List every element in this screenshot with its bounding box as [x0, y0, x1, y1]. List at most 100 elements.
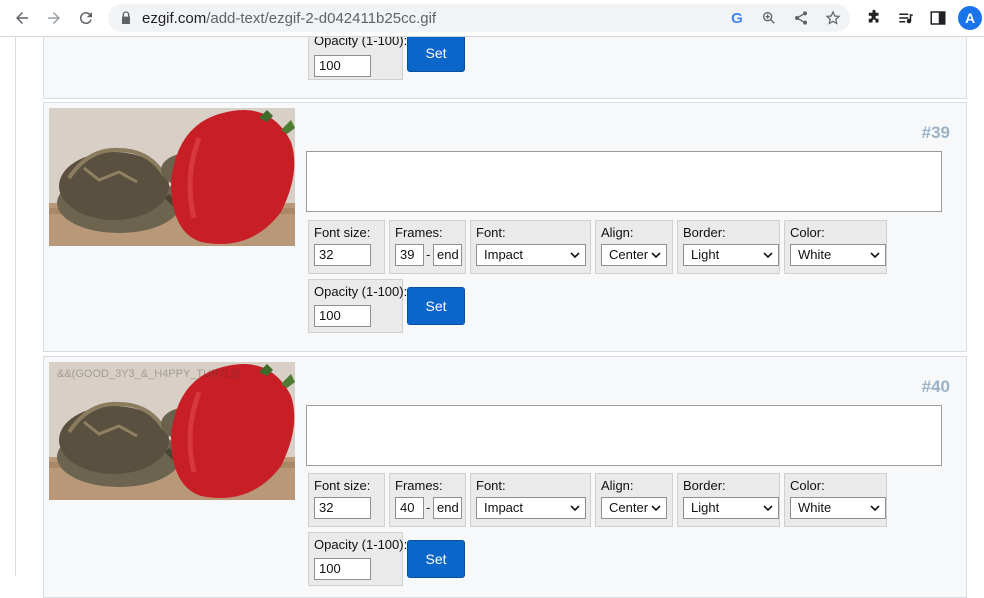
frame-range-dash: -: [426, 500, 431, 515]
chevron-down-icon: [763, 505, 773, 512]
font-size-label: Font size:: [314, 225, 371, 240]
align-select[interactable]: Center: [601, 244, 667, 266]
color-label: Color:: [790, 478, 825, 493]
profile-avatar[interactable]: A: [958, 6, 982, 30]
set-button-40[interactable]: Set: [407, 540, 465, 578]
frame-start-input[interactable]: 40: [395, 497, 424, 519]
align-select[interactable]: Center: [601, 497, 667, 519]
reload-icon: [79, 12, 92, 25]
border-select-value: Light: [691, 500, 720, 515]
lock-icon: [122, 11, 130, 24]
google-lens-icon[interactable]: G: [728, 9, 746, 27]
opacity-input[interactable]: 100: [314, 305, 371, 327]
font-label: Font:: [476, 478, 506, 493]
opacity-input[interactable]: 100: [314, 558, 371, 580]
back-button[interactable]: [10, 6, 34, 30]
url-text[interactable]: ezgif.com/add-text/ezgif-2-d042411b25cc.…: [142, 10, 436, 27]
puzzle-icon: [868, 9, 879, 23]
color-box-40: Color: White: [784, 473, 887, 527]
set-button-previous[interactable]: Set: [407, 34, 465, 72]
frames-box-40: Frames: 40 - end: [389, 473, 466, 527]
magnifier-plus-icon: [763, 11, 775, 24]
side-panel-button[interactable]: [928, 8, 948, 28]
back-arrow-icon: [16, 12, 28, 24]
color-select[interactable]: White: [790, 497, 886, 519]
border-select-value: Light: [691, 247, 720, 262]
frame-panel-39: #39 Font size: 32 Frames: 39 - end Font:…: [43, 102, 967, 352]
color-label: Color:: [790, 225, 825, 240]
opacity-box-39: Opacity (1-100): 100: [308, 279, 407, 333]
chevron-down-icon: [570, 505, 580, 512]
frame-thumbnail-40: &&(GOOD_3Y3_&_H4PPY_TUR7L3): [49, 362, 295, 500]
border-label: Border:: [683, 478, 726, 493]
opacity-input[interactable]: 100: [314, 55, 371, 77]
google-g-glyph: G: [731, 9, 743, 27]
align-box-40: Align: Center: [595, 473, 673, 527]
align-select-value: Center: [609, 500, 649, 515]
frames-box-39: Frames: 39 - end: [389, 220, 466, 274]
caption-textarea-39[interactable]: [306, 151, 942, 212]
forward-arrow-icon: [48, 12, 60, 24]
font-size-input[interactable]: 32: [314, 497, 371, 519]
font-select-value: Impact: [484, 500, 524, 515]
font-size-box-40: Font size: 32: [308, 473, 385, 527]
page-left-divider: [15, 36, 16, 576]
font-size-label: Font size:: [314, 478, 371, 493]
set-button-39[interactable]: Set: [407, 287, 465, 325]
frames-label: Frames:: [395, 225, 443, 240]
chevron-down-icon: [570, 252, 580, 259]
frame-range-dash: -: [426, 247, 431, 262]
forward-button[interactable]: [42, 6, 66, 30]
bookmark-star-icon[interactable]: [824, 9, 842, 27]
reading-list-button[interactable]: [896, 8, 916, 28]
font-select[interactable]: Impact: [476, 497, 586, 519]
align-label: Align:: [601, 225, 634, 240]
border-box-39: Border: Light: [677, 220, 780, 274]
chevron-down-icon: [870, 505, 880, 512]
frame-number-39: #39: [921, 123, 950, 142]
url-host: ezgif.com: [142, 10, 207, 27]
frame-number-40: #40: [921, 377, 950, 396]
frame-start-input[interactable]: 39: [395, 244, 424, 266]
color-select[interactable]: White: [790, 244, 886, 266]
frame-end-input[interactable]: end: [433, 244, 462, 266]
zoom-icon[interactable]: [760, 9, 778, 27]
side-panel-icon: [930, 11, 946, 25]
align-box-39: Align: Center: [595, 220, 673, 274]
media-list-icon: [899, 13, 913, 24]
font-size-input[interactable]: 32: [314, 244, 371, 266]
color-select-value: White: [798, 247, 832, 262]
font-select-value: Impact: [484, 247, 524, 262]
chevron-down-icon: [651, 505, 661, 512]
tortoise-strawberry-image: [49, 108, 295, 246]
overlay-text-preview: &&(GOOD_3Y3_&_H4PPY_TUR7L3): [57, 368, 242, 380]
border-select[interactable]: Light: [683, 497, 779, 519]
opacity-label: Opacity (1-100):: [314, 537, 408, 552]
chevron-down-icon: [763, 252, 773, 259]
frame-panel-40: &&(GOOD_3Y3_&_H4PPY_TUR7L3) #40 Font siz…: [43, 356, 967, 598]
caption-textarea-40[interactable]: [306, 405, 942, 466]
extensions-button[interactable]: [864, 8, 884, 28]
font-select[interactable]: Impact: [476, 244, 586, 266]
border-label: Border:: [683, 225, 726, 240]
share-nodes-icon: [795, 11, 807, 25]
star-icon: [825, 10, 841, 25]
align-select-value: Center: [609, 247, 649, 262]
browser-toolbar: ezgif.com/add-text/ezgif-2-d042411b25cc.…: [0, 0, 984, 37]
font-box-40: Font: Impact: [470, 473, 591, 527]
align-label: Align:: [601, 478, 634, 493]
reload-button[interactable]: [74, 6, 98, 30]
share-icon[interactable]: [792, 9, 810, 27]
opacity-label: Opacity (1-100):: [314, 284, 408, 299]
color-select-value: White: [798, 500, 832, 515]
frames-label: Frames:: [395, 478, 443, 493]
font-box-39: Font: Impact: [470, 220, 591, 274]
frame-thumbnail-39: [49, 108, 295, 246]
address-bar[interactable]: ezgif.com/add-text/ezgif-2-d042411b25cc.…: [108, 4, 850, 32]
chevron-down-icon: [870, 252, 880, 259]
font-size-box-39: Font size: 32: [308, 220, 385, 274]
border-select[interactable]: Light: [683, 244, 779, 266]
frame-end-input[interactable]: end: [433, 497, 462, 519]
color-box-39: Color: White: [784, 220, 887, 274]
url-path: /add-text/ezgif-2-d042411b25cc.gif: [206, 10, 437, 27]
